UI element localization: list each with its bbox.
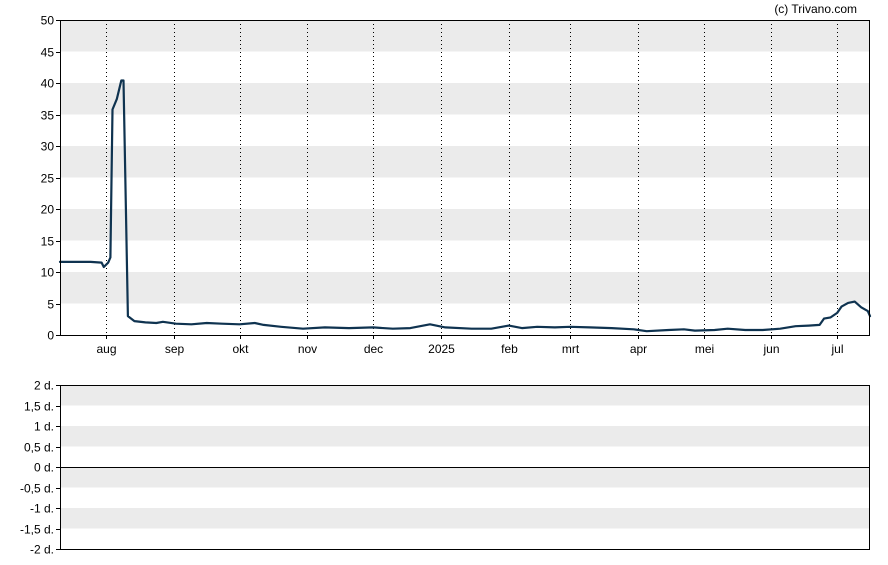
x-tick-label: dec <box>364 342 383 356</box>
delay-chart-band <box>60 508 870 529</box>
price-chart-band <box>60 272 870 304</box>
credit-text: (c) Trivano.com <box>774 2 857 16</box>
x-tick-label: feb <box>501 342 518 356</box>
delay-chart-band <box>60 385 870 406</box>
y-tick-label: 50 <box>41 14 55 28</box>
delay-y-tick-label: -1,5 d. <box>20 523 54 537</box>
y-tick-label: 45 <box>41 46 55 60</box>
x-tick-label: sep <box>165 342 185 356</box>
price-chart-x-ticks: aug sep okt nov dec 2025 feb mrt apr mei jun jul <box>96 335 844 356</box>
x-tick-label: mei <box>695 342 714 356</box>
x-tick-label: jun <box>762 342 779 356</box>
y-tick-label: 10 <box>41 266 55 280</box>
delay-y-tick-label: -1 d. <box>30 502 54 516</box>
y-tick-label: 30 <box>41 140 55 154</box>
x-tick-label: 2025 <box>428 342 455 356</box>
delay-chart-bands <box>60 385 870 529</box>
price-chart-y-ticks: 0 5 10 15 20 25 30 35 40 45 50 <box>41 14 60 343</box>
delay-chart-band <box>60 426 870 447</box>
y-tick-label: 20 <box>41 203 55 217</box>
delay-y-tick-label: -0,5 d. <box>20 482 54 496</box>
delay-chart-band <box>60 467 870 488</box>
chart-canvas: (c) Trivano.com 05101520253035404550 aug… <box>20 2 872 557</box>
price-chart: 05101520253035404550 aug sep okt nov dec 2025… <box>41 14 872 356</box>
price-chart-bands <box>60 20 870 304</box>
y-tick-label: 15 <box>41 235 55 249</box>
x-tick-label: apr <box>630 342 647 356</box>
delay-y-tick-label: 1 d. <box>34 420 54 434</box>
y-tick-label: 5 <box>47 298 54 312</box>
price-chart-band <box>60 209 870 241</box>
x-tick-label: jul <box>830 342 843 356</box>
price-chart-band <box>60 146 870 178</box>
y-tick-label: 35 <box>41 109 55 123</box>
delay-chart: 2 d. 1,5 d. 1 d. 0,5 d. 0 d. -0,5 d. -1 d. -1,5… <box>20 379 870 557</box>
y-tick-label: 25 <box>41 172 55 186</box>
x-tick-label: aug <box>96 342 116 356</box>
y-tick-label: 40 <box>41 77 55 91</box>
price-chart-band <box>60 83 870 115</box>
delay-y-tick-label: 0 d. <box>34 461 54 475</box>
price-chart-band <box>60 20 870 52</box>
delay-y-tick-label: 2 d. <box>34 379 54 393</box>
x-tick-label: nov <box>298 342 317 356</box>
delay-chart-y-ticks: 2 d. 1,5 d. 1 d. 0,5 d. 0 d. -0,5 d. -1 d. -1,5… <box>20 379 60 557</box>
x-tick-label: mrt <box>562 342 580 356</box>
delay-y-tick-label: 1,5 d. <box>24 400 54 414</box>
delay-y-tick-label: 0,5 d. <box>24 441 54 455</box>
x-tick-label: okt <box>232 342 249 356</box>
delay-y-tick-label: -2 d. <box>30 543 54 557</box>
y-tick-label: 0 <box>47 329 54 343</box>
